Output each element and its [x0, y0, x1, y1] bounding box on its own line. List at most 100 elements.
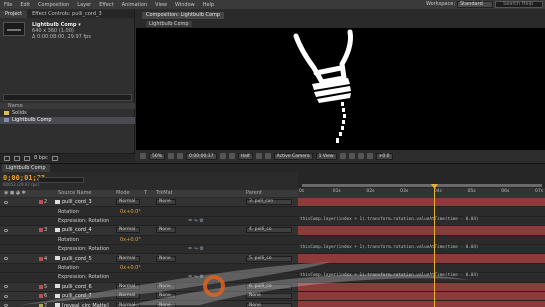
blend-mode-select[interactable]: Normal [116, 283, 140, 290]
eye-icon[interactable] [4, 228, 8, 232]
blend-mode-select[interactable]: Normal [116, 199, 140, 206]
project-item-lightbulb-comp[interactable]: Lightbulb Comp [0, 117, 135, 124]
col-parent[interactable]: Parent [246, 190, 262, 197]
bpc-label[interactable]: 8 bpc [34, 155, 48, 161]
menu-layer[interactable]: Layer [73, 2, 95, 8]
col-source-name[interactable]: Source Name [58, 190, 92, 197]
always-preview-icon[interactable] [140, 153, 146, 159]
property-track[interactable] [298, 263, 545, 274]
layer-row[interactable]: 7 [reveal_circ Matte] Normal None None [0, 301, 298, 307]
property-track[interactable] [298, 207, 545, 217]
workspace-select[interactable]: Standard [457, 1, 493, 8]
current-time-field[interactable]: 0:00:00:17 [186, 152, 217, 160]
label-color-swatch[interactable] [39, 284, 43, 289]
blend-mode-select[interactable]: Normal [116, 293, 140, 300]
search-help-input[interactable]: Search Help [495, 1, 543, 8]
label-color-swatch[interactable] [39, 200, 43, 205]
expression-pickwhip-icon[interactable]: = ⤳ ⚙ [188, 274, 204, 280]
grid-icon[interactable] [168, 153, 175, 159]
layer-name[interactable]: pulli_cord_4 [55, 227, 92, 233]
parent-select[interactable]: None [246, 293, 292, 300]
blend-mode-select[interactable]: Normal [116, 255, 140, 262]
view-layout-select[interactable]: 1 View [315, 152, 337, 160]
project-name-column[interactable]: Name [0, 103, 135, 109]
layer-name[interactable]: pulli_cord_7 [55, 293, 92, 299]
property-track[interactable]: thisComp.layer(index + 1).transform.rota… [298, 216, 545, 227]
menu-effect[interactable]: Effect [95, 2, 117, 8]
tab-project[interactable]: Project [0, 10, 28, 18]
menu-animation[interactable]: Animation [118, 2, 152, 8]
work-area-bar[interactable] [302, 184, 542, 187]
parent-select[interactable]: 3. pull_con [246, 199, 292, 206]
label-color-swatch[interactable] [39, 294, 43, 299]
property-name[interactable]: Rotation [58, 265, 79, 271]
mask-visibility-icon[interactable] [177, 153, 184, 159]
transparency-grid-icon[interactable] [264, 153, 271, 159]
comp-breadcrumb[interactable]: Lightbulb Comp [146, 21, 192, 27]
eye-icon[interactable] [4, 285, 8, 289]
property-track[interactable]: thisComp.layer(index + 1).transform.rota… [298, 245, 545, 255]
layer-name[interactable]: pulli_cord_5 [55, 256, 92, 262]
property-track[interactable] [298, 235, 545, 245]
trkmat-select[interactable]: None [156, 302, 176, 307]
layer-duration-bar[interactable] [298, 292, 545, 302]
layer-duration-bar[interactable] [298, 226, 545, 236]
show-channel-icon[interactable] [228, 153, 235, 159]
region-of-interest-icon[interactable] [255, 153, 262, 159]
layer-name[interactable]: [reveal_circ Matte] [55, 303, 109, 307]
layer-name[interactable]: pulli_cord_6 [55, 284, 92, 290]
property-row[interactable]: Rotation 0x+0.0° [0, 235, 298, 245]
toggle-pixel-aspect-icon[interactable] [339, 153, 346, 159]
property-name[interactable]: Rotation [58, 237, 79, 243]
layer-duration-bar[interactable] [298, 198, 545, 208]
interpret-footage-icon[interactable] [4, 155, 10, 161]
trkmat-select[interactable]: None [156, 283, 176, 290]
layer-row[interactable]: 2 pulli_cord_3 Normal None 3. pull_con [0, 198, 298, 208]
blend-mode-select[interactable]: Normal [116, 227, 140, 234]
layer-row[interactable]: 5 pulli_cord_6 Normal None 6. pulli_co [0, 282, 298, 292]
label-color-swatch[interactable] [39, 256, 43, 261]
tab-timeline[interactable]: Lightbulb Comp [2, 164, 50, 172]
trkmat-select[interactable]: None [156, 227, 176, 234]
property-name[interactable]: Rotation [58, 209, 79, 215]
magnification-select[interactable]: 50% [149, 152, 166, 160]
property-row[interactable]: Rotation 0x+0.0° [0, 207, 298, 217]
property-track[interactable]: thisComp.layer(index + 1).transform.rota… [298, 273, 545, 283]
menu-help[interactable]: Help [199, 2, 218, 8]
layer-duration-bar[interactable] [298, 254, 545, 264]
exposure-field[interactable]: +0.0 [375, 152, 393, 160]
trkmat-select[interactable]: None [156, 199, 176, 206]
snapshot-icon[interactable] [219, 153, 226, 159]
layer-row[interactable]: 6 pulli_cord_7 Normal None None [0, 292, 298, 302]
layer-row[interactable]: 3 pulli_cord_4 Normal None 4. pulli_co [0, 226, 298, 236]
col-mode[interactable]: Mode [116, 190, 130, 197]
flowchart-icon[interactable] [366, 153, 373, 159]
eye-icon[interactable] [4, 257, 8, 261]
expression-pickwhip-icon[interactable]: = ⤳ ⚙ [188, 246, 204, 252]
new-folder-icon[interactable] [14, 155, 20, 161]
timeline-icon[interactable] [357, 153, 364, 159]
layer-duration-bar[interactable] [298, 282, 545, 292]
layer-duration-bar[interactable] [298, 301, 545, 307]
expression-row[interactable]: Expression: Rotation = ⤳ ⚙ [0, 245, 298, 255]
comp-canvas[interactable] [136, 28, 545, 150]
expression-code[interactable]: thisComp.layer(index + 1).transform.rota… [300, 217, 479, 222]
camera-select[interactable]: Active Camera [273, 152, 313, 160]
menu-window[interactable]: Window [171, 2, 199, 8]
property-row[interactable]: Rotation 0x+0.0° [0, 263, 298, 274]
eye-icon[interactable] [4, 200, 8, 204]
trash-icon[interactable] [51, 155, 58, 161]
label-color-swatch[interactable] [39, 303, 43, 307]
timeline-tracks[interactable]: 0s 01s 02s 03s 04s 05s 06s 07s thisComp.layer(i… [298, 172, 545, 307]
time-ruler[interactable]: 0s 01s 02s 03s 04s 05s 06s 07s [298, 188, 545, 198]
current-time-indicator[interactable] [434, 184, 435, 307]
col-trkmat[interactable]: TrkMat [156, 190, 173, 197]
expression-code[interactable]: thisComp.layer(index + 1).transform.rota… [300, 273, 479, 278]
expression-row[interactable]: Expression: Rotation = ⤳ ⚙ [0, 216, 298, 227]
layer-row[interactable]: 4 pulli_cord_5 Normal None 5. pulli_co [0, 254, 298, 264]
menu-composition[interactable]: Composition [34, 2, 73, 8]
parent-select[interactable]: 6. pulli_co [246, 283, 292, 290]
parent-select[interactable]: 4. pulli_co [246, 227, 292, 234]
fast-previews-icon[interactable] [348, 153, 355, 159]
expression-code[interactable]: thisComp.layer(index + 1).transform.rota… [300, 245, 479, 250]
